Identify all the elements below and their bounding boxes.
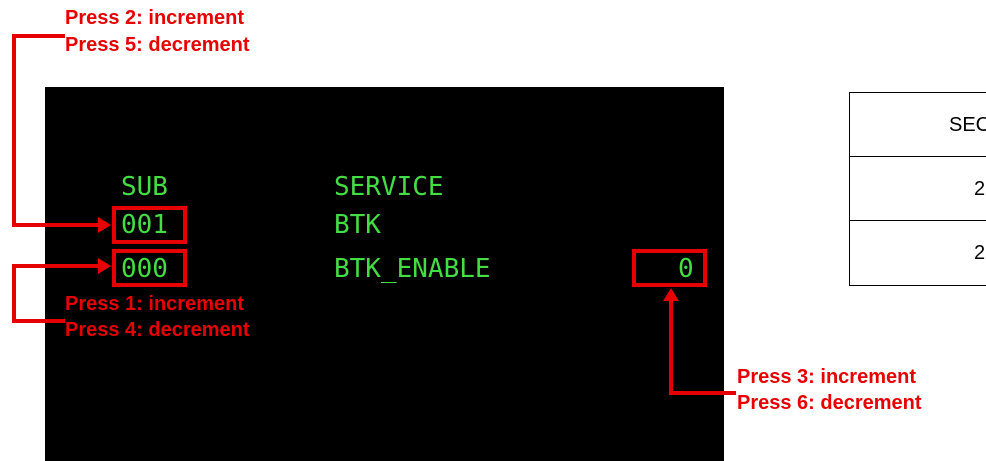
arrowhead-top — [98, 217, 111, 233]
table-cell-row1: 2 — [850, 157, 986, 221]
connector-top — [12, 34, 100, 227]
annotation-top-line2: Press 5: decrement — [65, 34, 250, 56]
connector-bottom — [669, 300, 736, 395]
annotation-bottom-line1: Press 3: increment — [737, 366, 916, 388]
annotation-middle-line1: Press 1: increment — [65, 293, 244, 315]
annotation-bottom-line2: Press 6: decrement — [737, 392, 922, 414]
sec-table: SEC 2 2 — [849, 92, 986, 286]
arrowhead-middle — [98, 258, 111, 274]
arrowhead-bottom — [663, 288, 679, 301]
annotation-middle-line2: Press 4: decrement — [65, 319, 250, 341]
annotation-top-line1: Press 2: increment — [65, 7, 244, 29]
table-cell-row2: 2 — [974, 242, 986, 264]
table-header-sec: SEC — [850, 93, 986, 157]
